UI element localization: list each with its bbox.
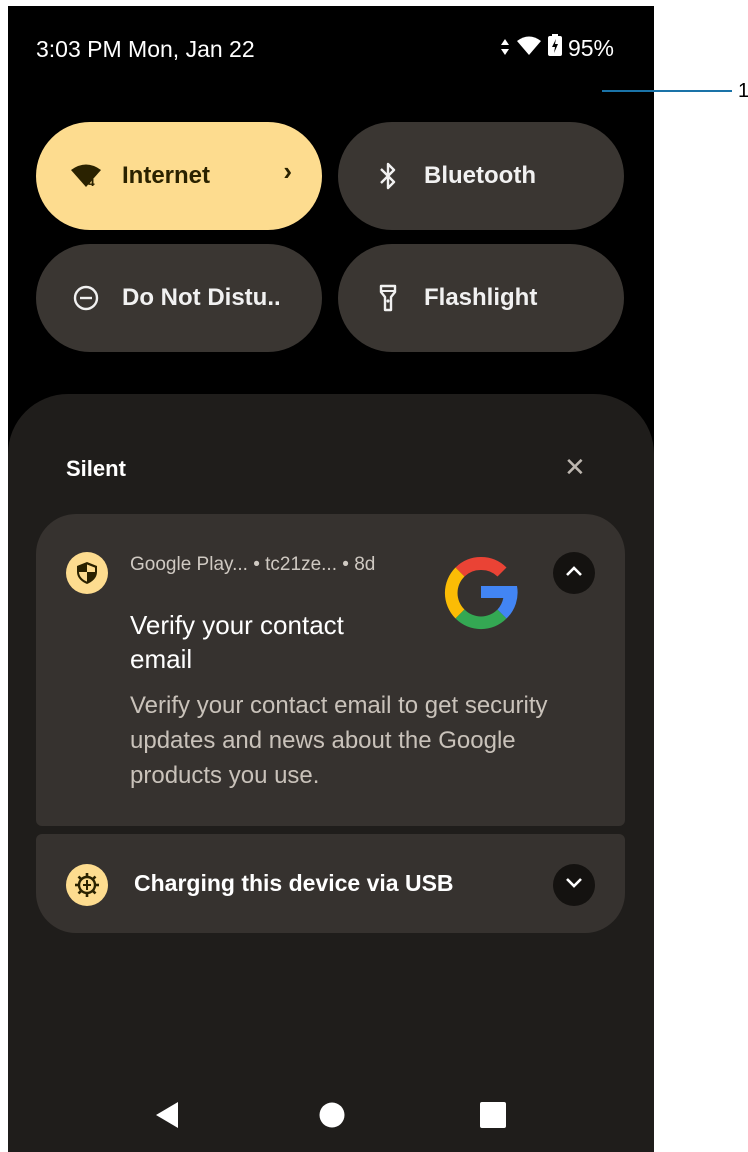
notification-age: 8d <box>354 554 376 575</box>
tile-do-not-disturb[interactable]: Do Not Distu.. <box>36 244 322 352</box>
clear-section-button[interactable]: ✕ <box>564 452 586 483</box>
tile-flashlight-label: Flashlight <box>424 284 538 311</box>
battery-percent: 95% <box>567 34 614 61</box>
svg-text:4: 4 <box>88 178 95 188</box>
data-arrows-icon <box>500 35 510 62</box>
home-button[interactable] <box>319 1102 345 1133</box>
wifi-icon: 4 <box>68 158 104 194</box>
back-button[interactable] <box>154 1100 180 1135</box>
notification-app-name: Google Play... <box>130 554 248 575</box>
recents-button[interactable] <box>480 1102 506 1133</box>
battery-charging-icon <box>547 34 562 62</box>
shield-icon <box>66 552 108 594</box>
status-time-date: 3:03 PM Mon, Jan 22 <box>36 36 255 62</box>
tile-dnd-label: Do Not Distu.. <box>122 284 281 311</box>
notification-account: tc21ze... <box>265 554 337 575</box>
phone-screen: 3:03 PM Mon, Jan 22 95% 4 Internet › Blu… <box>8 6 654 1152</box>
section-label-silent: Silent <box>66 456 126 481</box>
status-icons: 95% <box>500 34 614 62</box>
google-logo <box>436 548 526 638</box>
expand-button[interactable] <box>553 864 595 906</box>
bluetooth-icon <box>370 158 406 194</box>
notification-card-verify-email[interactable]: Google Play... • tc21ze... • 8d Verify y… <box>36 514 625 826</box>
notification-card-charging[interactable]: Charging this device via USB <box>36 834 625 933</box>
flashlight-icon <box>370 280 406 316</box>
chevron-down-icon <box>565 876 583 894</box>
tile-internet[interactable]: 4 Internet › <box>36 122 322 230</box>
tile-bluetooth[interactable]: Bluetooth <box>338 122 624 230</box>
notification-title: Verify your contact email <box>130 610 344 674</box>
tile-internet-label: Internet <box>122 162 211 189</box>
wifi-icon <box>516 35 542 62</box>
navigation-bar <box>8 1076 654 1152</box>
usb-settings-icon <box>66 864 108 906</box>
notification-body: Verify your contact email to get securit… <box>130 692 548 789</box>
callout-number: 1 <box>738 80 748 102</box>
callout-line <box>602 90 732 92</box>
collapse-button[interactable] <box>553 552 595 594</box>
do-not-disturb-icon <box>68 280 104 316</box>
tile-bluetooth-label: Bluetooth <box>424 162 536 189</box>
chevron-up-icon <box>565 564 583 582</box>
notification-meta: Google Play... • tc21ze... • 8d <box>130 554 376 575</box>
tile-flashlight[interactable]: Flashlight <box>338 244 624 352</box>
charging-title: Charging this device via USB <box>134 870 454 896</box>
chevron-right-icon: › <box>283 156 292 186</box>
